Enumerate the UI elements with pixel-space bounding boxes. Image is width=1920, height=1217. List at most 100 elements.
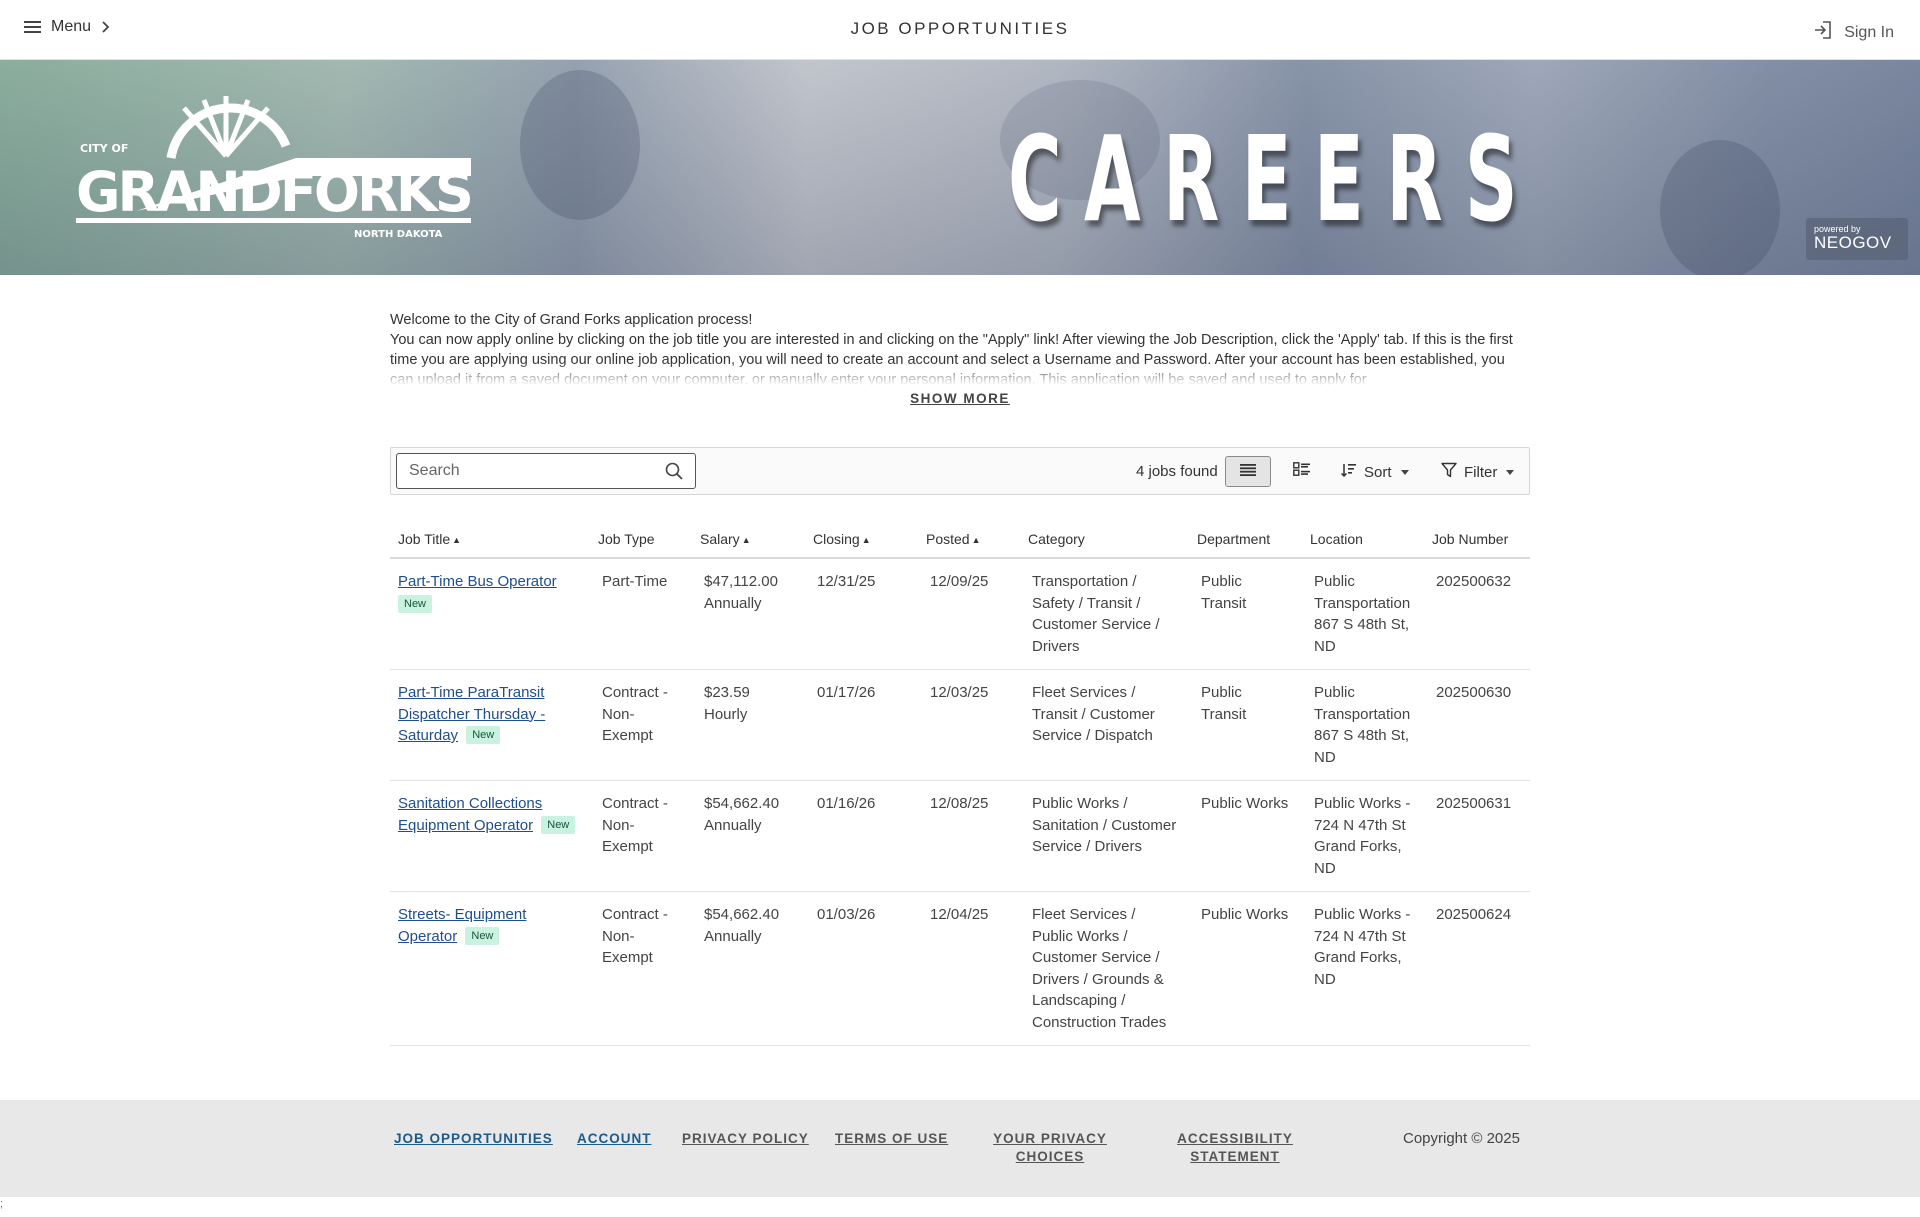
sort-button[interactable]: Sort	[1340, 462, 1409, 482]
job-toolbar: 4 jobs found Sort Filter	[390, 447, 1530, 495]
job-number-cell: 202500632	[1424, 558, 1530, 670]
job-title-cell: Streets- Equipment Operator New	[390, 891, 590, 1046]
search-icon[interactable]	[665, 462, 683, 485]
job-title-cell: Part-Time ParaTransit Dispatcher Thursda…	[390, 669, 590, 781]
svg-text:NORTH DAKOTA: NORTH DAKOTA	[354, 229, 443, 240]
top-bar: Menu JOB OPPORTUNITIES Sign In	[0, 0, 1920, 60]
column-header-location: Location	[1302, 525, 1424, 559]
category-cell: Fleet Services / Transit / Customer Serv…	[1020, 669, 1189, 781]
sort-ascending-icon: ▲	[452, 535, 462, 545]
job-title-link[interactable]: Part-Time Bus Operator	[398, 573, 557, 590]
location-cell: Public Works - 724 N 47th St Grand Forks…	[1302, 891, 1424, 1046]
footer-link-privacy-policy[interactable]: PRIVACY POLICY	[682, 1130, 809, 1148]
careers-headline: CAREERS	[1008, 110, 1540, 248]
location-cell: Public Transportation 867 S 48th St, ND	[1302, 558, 1424, 670]
footer-link-accessibility[interactable]: ACCESSIBILITY STATEMENT	[1160, 1130, 1310, 1166]
footer-link-job-opportunities[interactable]: JOB OPPORTUNITIES	[394, 1130, 553, 1148]
sign-in-icon	[1814, 21, 1832, 44]
column-header-job-number: Job Number	[1424, 525, 1530, 559]
table-header-row: Job Title ▲ Job Type Salary ▲︎ Closing ▲ Po…	[390, 525, 1530, 559]
chevron-down-icon	[1506, 469, 1515, 475]
salary-cell: $23.59 Hourly	[692, 669, 805, 781]
stray-mark: ;	[0, 1198, 4, 1210]
column-header-salary[interactable]: Salary ▲︎	[692, 525, 805, 559]
table-row: Streets- Equipment Operator New Contract…	[390, 891, 1530, 1046]
job-title-cell: Part-Time Bus Operator New	[390, 558, 590, 670]
department-cell: Public Works	[1189, 891, 1302, 1046]
job-type-cell: Part-Time	[590, 558, 692, 670]
location-cell: Public Transportation 867 S 48th St, ND	[1302, 669, 1424, 781]
chevron-down-icon	[1400, 469, 1409, 475]
salary-cell: $54,662.40 Annually	[692, 780, 805, 892]
salary-cell: $54,662.40 Annually	[692, 891, 805, 1046]
sign-in-button[interactable]: Sign In	[1814, 21, 1894, 44]
page-title: JOB OPPORTUNITIES	[850, 19, 1070, 38]
svg-text:GRANDFORKS: GRANDFORKS	[76, 160, 471, 224]
sort-both-icon: ▲	[861, 535, 871, 545]
job-title-link[interactable]: Streets- Equipment Operator	[398, 906, 526, 945]
job-type-cell: Contract - Non-Exempt	[590, 780, 692, 892]
footer-link-terms-of-use[interactable]: TERMS OF USE	[835, 1130, 948, 1148]
careers-banner: CITY OF GRANDFORKS NORTH DAKOTA CAREERS …	[0, 60, 1920, 275]
jobs-found-count: 4 jobs found	[1136, 463, 1218, 480]
filter-label: Filter	[1464, 463, 1498, 481]
job-title-link[interactable]: Sanitation Collections Equipment Operato…	[398, 795, 542, 834]
card-view-button[interactable]	[1281, 456, 1321, 487]
search-box	[396, 453, 696, 489]
footer-link-account[interactable]: ACCOUNT	[577, 1130, 652, 1148]
column-header-department: Department	[1189, 525, 1302, 559]
closing-cell: 01/17/26	[805, 669, 918, 781]
sort-icon	[1340, 462, 1357, 482]
job-number-cell: 202500630	[1424, 669, 1530, 781]
jobs-table: Job Title ▲ Job Type Salary ▲︎ Closing ▲ Po…	[390, 525, 1530, 1046]
sort-both-icon: ▲︎	[741, 535, 751, 545]
job-title-cell: Sanitation Collections Equipment Operato…	[390, 780, 590, 892]
welcome-message: Welcome to the City of Grand Forks appli…	[390, 310, 1530, 388]
footer-link-privacy-choices[interactable]: YOUR PRIVACY CHOICES	[990, 1130, 1110, 1166]
filter-button[interactable]: Filter	[1441, 462, 1515, 482]
svg-text:CITY OF: CITY OF	[80, 142, 128, 155]
new-badge: New	[541, 815, 576, 834]
search-input[interactable]	[397, 454, 647, 488]
footer: JOB OPPORTUNITIES ACCOUNT PRIVACY POLICY…	[0, 1100, 1920, 1197]
table-row: Part-Time Bus Operator New Part-Time $47…	[390, 558, 1530, 670]
neogov-wordmark: NEOGOV	[1814, 233, 1892, 252]
closing-cell: 01/16/26	[805, 780, 918, 892]
category-cell: Public Works / Sanitation / Customer Ser…	[1020, 780, 1189, 892]
column-header-posted[interactable]: Posted ▲	[918, 525, 1020, 559]
department-cell: Public Transit	[1189, 669, 1302, 781]
new-badge: New	[466, 726, 501, 744]
sort-both-icon: ▲	[971, 535, 981, 545]
posted-cell: 12/08/25	[918, 780, 1020, 892]
sort-label: Sort	[1364, 463, 1392, 481]
closing-cell: 12/31/25	[805, 558, 918, 670]
table-row: Part-Time ParaTransit Dispatcher Thursda…	[390, 669, 1530, 781]
show-more-link[interactable]: SHOW MORE	[0, 391, 1920, 406]
category-cell: Fleet Services / Public Works / Customer…	[1020, 891, 1189, 1046]
category-cell: Transportation / Safety / Transit / Cust…	[1020, 558, 1189, 670]
department-cell: Public Transit	[1189, 558, 1302, 670]
job-number-cell: 202500624	[1424, 891, 1530, 1046]
sign-in-label: Sign In	[1844, 23, 1894, 41]
filter-icon	[1441, 462, 1457, 482]
table-row: Sanitation Collections Equipment Operato…	[390, 780, 1530, 892]
new-badge: New	[465, 926, 500, 945]
job-type-cell: Contract - Non-Exempt	[590, 891, 692, 1046]
department-cell: Public Works	[1189, 780, 1302, 892]
welcome-line-1: Welcome to the City of Grand Forks appli…	[390, 312, 753, 328]
posted-cell: 12/09/25	[918, 558, 1020, 670]
column-header-job-type: Job Type	[590, 525, 692, 559]
posted-cell: 12/04/25	[918, 891, 1020, 1046]
location-cell: Public Works - 724 N 47th St Grand Forks…	[1302, 780, 1424, 892]
neogov-badge[interactable]: powered by NEOGOV	[1806, 218, 1908, 260]
posted-cell: 12/03/25	[918, 669, 1020, 781]
city-logo: CITY OF GRANDFORKS NORTH DAKOTA	[76, 96, 474, 240]
new-badge: New	[398, 594, 433, 613]
column-header-category: Category	[1020, 525, 1189, 559]
list-view-button[interactable]	[1225, 456, 1271, 487]
job-type-cell: Contract - Non-Exempt	[590, 669, 692, 781]
closing-cell: 01/03/26	[805, 891, 918, 1046]
list-view-icon	[1240, 463, 1256, 481]
column-header-job-title[interactable]: Job Title ▲	[390, 525, 590, 559]
column-header-closing[interactable]: Closing ▲	[805, 525, 918, 559]
